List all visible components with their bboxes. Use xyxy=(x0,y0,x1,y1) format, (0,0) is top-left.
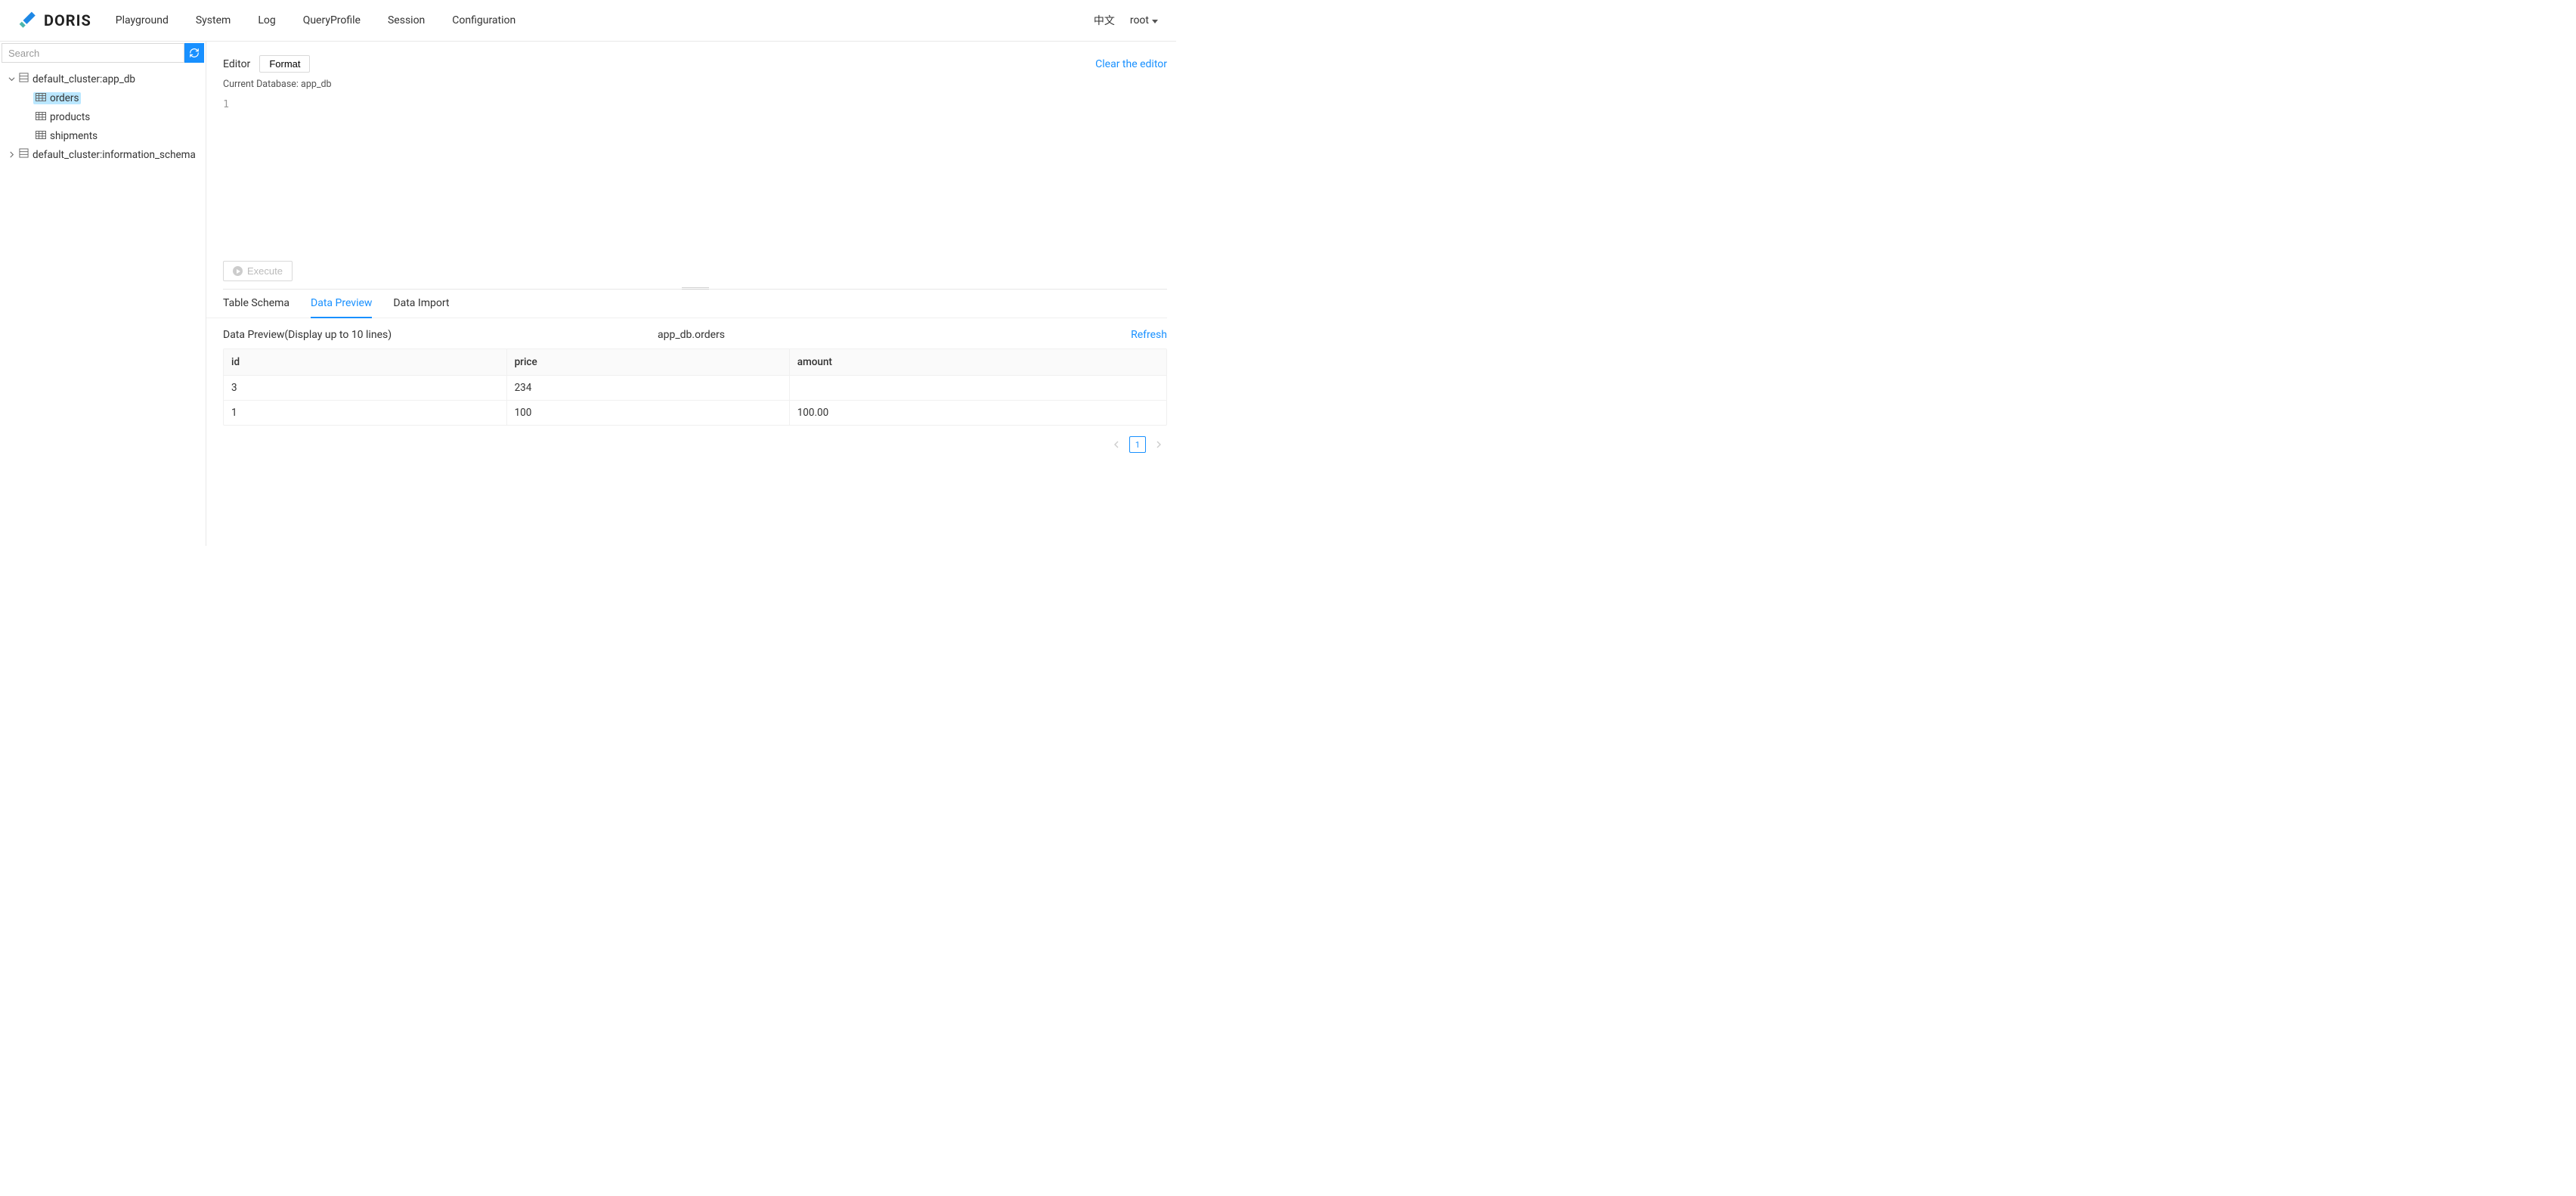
line-number: 1 xyxy=(206,99,229,110)
clear-editor-link[interactable]: Clear the editor xyxy=(1095,58,1167,70)
db-node-information-schema[interactable]: default_cluster:information_schema xyxy=(6,145,206,164)
col-amount: amount xyxy=(789,349,1166,376)
language-toggle[interactable]: 中文 xyxy=(1094,13,1115,28)
nav-configuration[interactable]: Configuration xyxy=(452,14,516,26)
user-name: root xyxy=(1130,14,1149,26)
pagination: 1 xyxy=(206,426,1176,453)
tab-table-schema[interactable]: Table Schema xyxy=(223,297,289,318)
editor-title: Editor xyxy=(223,58,250,70)
cell-price: 100 xyxy=(506,401,789,426)
sidebar: default_cluster:app_db orders products xyxy=(0,42,206,546)
tab-data-import[interactable]: Data Import xyxy=(393,297,449,318)
table-node-products[interactable]: products xyxy=(6,107,206,126)
table-label: orders xyxy=(50,92,79,104)
table-row: 3 234 xyxy=(224,376,1166,401)
search-input[interactable] xyxy=(2,43,184,63)
cell-id: 1 xyxy=(224,401,506,426)
header-left: DORIS Playground System Log QueryProfile… xyxy=(18,11,516,30)
caret-right-icon xyxy=(6,150,17,160)
nav-system[interactable]: System xyxy=(196,14,231,26)
database-icon xyxy=(19,148,29,161)
refresh-icon xyxy=(189,48,200,58)
table-node-orders[interactable]: orders xyxy=(6,88,206,107)
col-price: price xyxy=(506,349,789,376)
logo[interactable]: DORIS xyxy=(18,11,91,30)
db-label: default_cluster:app_db xyxy=(33,73,135,85)
execute-button[interactable]: Execute xyxy=(223,261,293,281)
col-id: id xyxy=(224,349,506,376)
cell-amount xyxy=(789,376,1166,401)
data-preview-table: id price amount 3 234 1 100 100.00 xyxy=(223,349,1167,426)
logo-icon xyxy=(18,11,38,30)
result-tabs: Table Schema Data Preview Data Import xyxy=(206,290,1167,318)
split-divider[interactable] xyxy=(223,289,1167,290)
line-gutter: 1 xyxy=(206,95,237,261)
refresh-tree-button[interactable] xyxy=(184,43,204,63)
format-button[interactable]: Format xyxy=(259,55,310,73)
drag-handle-icon xyxy=(682,287,709,290)
table-label: products xyxy=(50,111,90,123)
nav-queryprofile[interactable]: QueryProfile xyxy=(303,14,361,26)
table-row: 1 100 100.00 xyxy=(224,401,1166,426)
preview-label: Data Preview(Display up to 10 lines) xyxy=(223,329,392,341)
preview-refresh-link[interactable]: Refresh xyxy=(1131,329,1167,341)
sql-editor[interactable]: 1 xyxy=(206,95,1176,261)
play-icon xyxy=(233,266,243,276)
header-right: 中文 root xyxy=(1094,13,1158,28)
nav-playground[interactable]: Playground xyxy=(116,14,169,26)
db-label: default_cluster:information_schema xyxy=(33,149,196,161)
table-header-row: id price amount xyxy=(224,349,1166,376)
tab-data-preview[interactable]: Data Preview xyxy=(311,297,372,318)
cell-amount: 100.00 xyxy=(789,401,1166,426)
table-icon xyxy=(36,92,46,104)
nav-log[interactable]: Log xyxy=(258,14,275,26)
caret-down-icon xyxy=(6,74,17,85)
cell-id: 3 xyxy=(224,376,506,401)
page-1-button[interactable]: 1 xyxy=(1129,436,1146,453)
execute-label: Execute xyxy=(247,265,283,277)
table-icon xyxy=(36,130,46,142)
main-panel: Editor Format Clear the editor Current D… xyxy=(206,42,1176,546)
caret-down-icon xyxy=(1152,20,1158,23)
top-nav: Playground System Log QueryProfile Sessi… xyxy=(116,14,516,26)
current-database-label: Current Database: app_db xyxy=(206,73,1176,91)
prev-page-button[interactable] xyxy=(1108,436,1125,453)
database-icon xyxy=(19,73,29,85)
table-icon xyxy=(36,111,46,123)
db-tree: default_cluster:app_db orders products xyxy=(0,67,206,164)
logo-text: DORIS xyxy=(44,11,91,29)
chevron-left-icon xyxy=(1113,441,1119,448)
nav-session[interactable]: Session xyxy=(388,14,425,26)
preview-table-name: app_db.orders xyxy=(658,329,725,341)
next-page-button[interactable] xyxy=(1150,436,1167,453)
table-node-shipments[interactable]: shipments xyxy=(6,126,206,145)
table-label: shipments xyxy=(50,130,98,142)
header: DORIS Playground System Log QueryProfile… xyxy=(0,0,1176,42)
db-node-app-db[interactable]: default_cluster:app_db xyxy=(6,70,206,88)
cell-price: 234 xyxy=(506,376,789,401)
chevron-right-icon xyxy=(1156,441,1162,448)
user-menu[interactable]: root xyxy=(1130,14,1158,26)
